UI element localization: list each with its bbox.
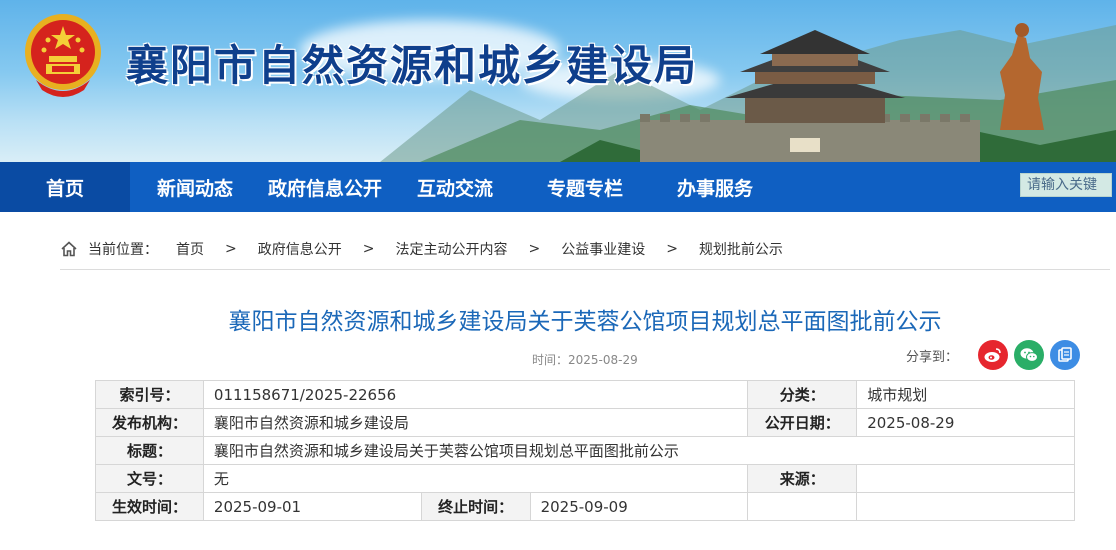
breadcrumb-mandatory-disclosure[interactable]: 法定主动公开内容: [395, 239, 507, 259]
expire-value: 2025-09-09: [529, 492, 749, 521]
empty-cell: [856, 492, 1075, 521]
weibo-share-button[interactable]: [978, 340, 1009, 370]
table-row: 标题： 襄阳市自然资源和城乡建设局关于芙蓉公馆项目规划总平面图批前公示: [95, 436, 1076, 465]
article-title: 襄阳市自然资源和城乡建设局关于芙蓉公馆项目规划总平面图批前公示: [228, 309, 942, 335]
document-info-table: 索引号： 011158671/2025-22656 分类： 城市规划 发布机构：…: [95, 380, 1076, 521]
breadcrumb: 当前位置： 首页 > 政府信息公开 > 法定主动公开内容 > 公益事业建设 > …: [60, 228, 1110, 270]
publish-time-label: 时间：: [532, 353, 569, 367]
category-label: 分类：: [747, 380, 858, 409]
publish-time: 时间：2025-08-29: [532, 351, 638, 368]
breadcrumb-gov-info[interactable]: 政府信息公开: [258, 239, 342, 259]
breadcrumb-separator: >: [225, 240, 237, 257]
docno-label: 文号：: [95, 464, 204, 493]
weibo-icon: [984, 348, 1001, 362]
nav-item-interaction[interactable]: 互动交流: [390, 162, 520, 212]
nav-item-news[interactable]: 新闻动态: [130, 162, 260, 212]
search-input[interactable]: [1020, 173, 1112, 197]
wechat-share-button[interactable]: [1014, 340, 1045, 370]
source-value: [856, 464, 1075, 493]
pubdate-value: 2025-08-29: [856, 408, 1075, 437]
national-emblem-icon: [25, 14, 101, 97]
publisher-label: 发布机构：: [95, 408, 204, 437]
expire-label: 终止时间：: [420, 492, 531, 521]
category-value: 城市规划: [856, 380, 1075, 409]
header-banner: 襄阳市自然资源和城乡建设局: [0, 0, 1116, 162]
table-row: 发布机构： 襄阳市自然资源和城乡建设局 公开日期： 2025-08-29: [95, 408, 1075, 437]
effective-value: 2025-09-01: [202, 492, 422, 521]
breadcrumb-separator: >: [362, 240, 375, 257]
table-row: 生效时间： 2025-09-01 终止时间： 2025-09-09: [95, 492, 1075, 521]
pubdate-label: 公开日期：: [747, 408, 858, 437]
publisher-value: 襄阳市自然资源和城乡建设局: [202, 408, 749, 437]
effective-label: 生效时间：: [95, 492, 204, 521]
index-label: 索引号：: [95, 380, 204, 409]
subject-label: 标题：: [95, 436, 204, 465]
table-row: 文号： 无 来源：: [95, 464, 1075, 493]
site-name: 襄阳市自然资源和城乡建设局: [126, 41, 699, 90]
nav-item-home[interactable]: 首页: [0, 162, 130, 212]
breadcrumb-separator: >: [666, 240, 678, 257]
share-bar: 分享到：: [906, 340, 1086, 370]
home-icon: [61, 240, 77, 256]
nav-item-services[interactable]: 办事服务: [650, 162, 780, 212]
table-row: 索引号： 011158671/2025-22656 分类： 城市规划: [95, 380, 1075, 409]
nav-item-topics[interactable]: 专题专栏: [520, 162, 650, 212]
breadcrumb-planning-notice[interactable]: 规划批前公示: [699, 239, 783, 259]
wechat-icon: [1020, 348, 1039, 362]
publish-time-value: 2025-08-29: [568, 353, 638, 367]
breadcrumb-label: 当前位置：: [88, 241, 158, 258]
breadcrumb-home[interactable]: 首页: [176, 239, 204, 259]
breadcrumb-separator: >: [528, 240, 541, 257]
other-share-button[interactable]: [1050, 340, 1081, 370]
copy-icon: [1058, 347, 1072, 362]
subject-value: 襄阳市自然资源和城乡建设局关于芙蓉公馆项目规划总平面图批前公示: [202, 436, 1076, 465]
docno-value: 无: [202, 464, 749, 493]
source-label: 来源：: [747, 464, 858, 493]
empty-cell: [747, 492, 858, 521]
nav-item-gov-info[interactable]: 政府信息公开: [260, 162, 390, 212]
share-label: 分享到：: [906, 349, 959, 365]
breadcrumb-public-welfare[interactable]: 公益事业建设: [561, 239, 645, 259]
main-nav: 首页 新闻动态 政府信息公开 互动交流 专题专栏 办事服务: [0, 162, 1116, 212]
index-value: 011158671/2025-22656: [202, 380, 749, 409]
